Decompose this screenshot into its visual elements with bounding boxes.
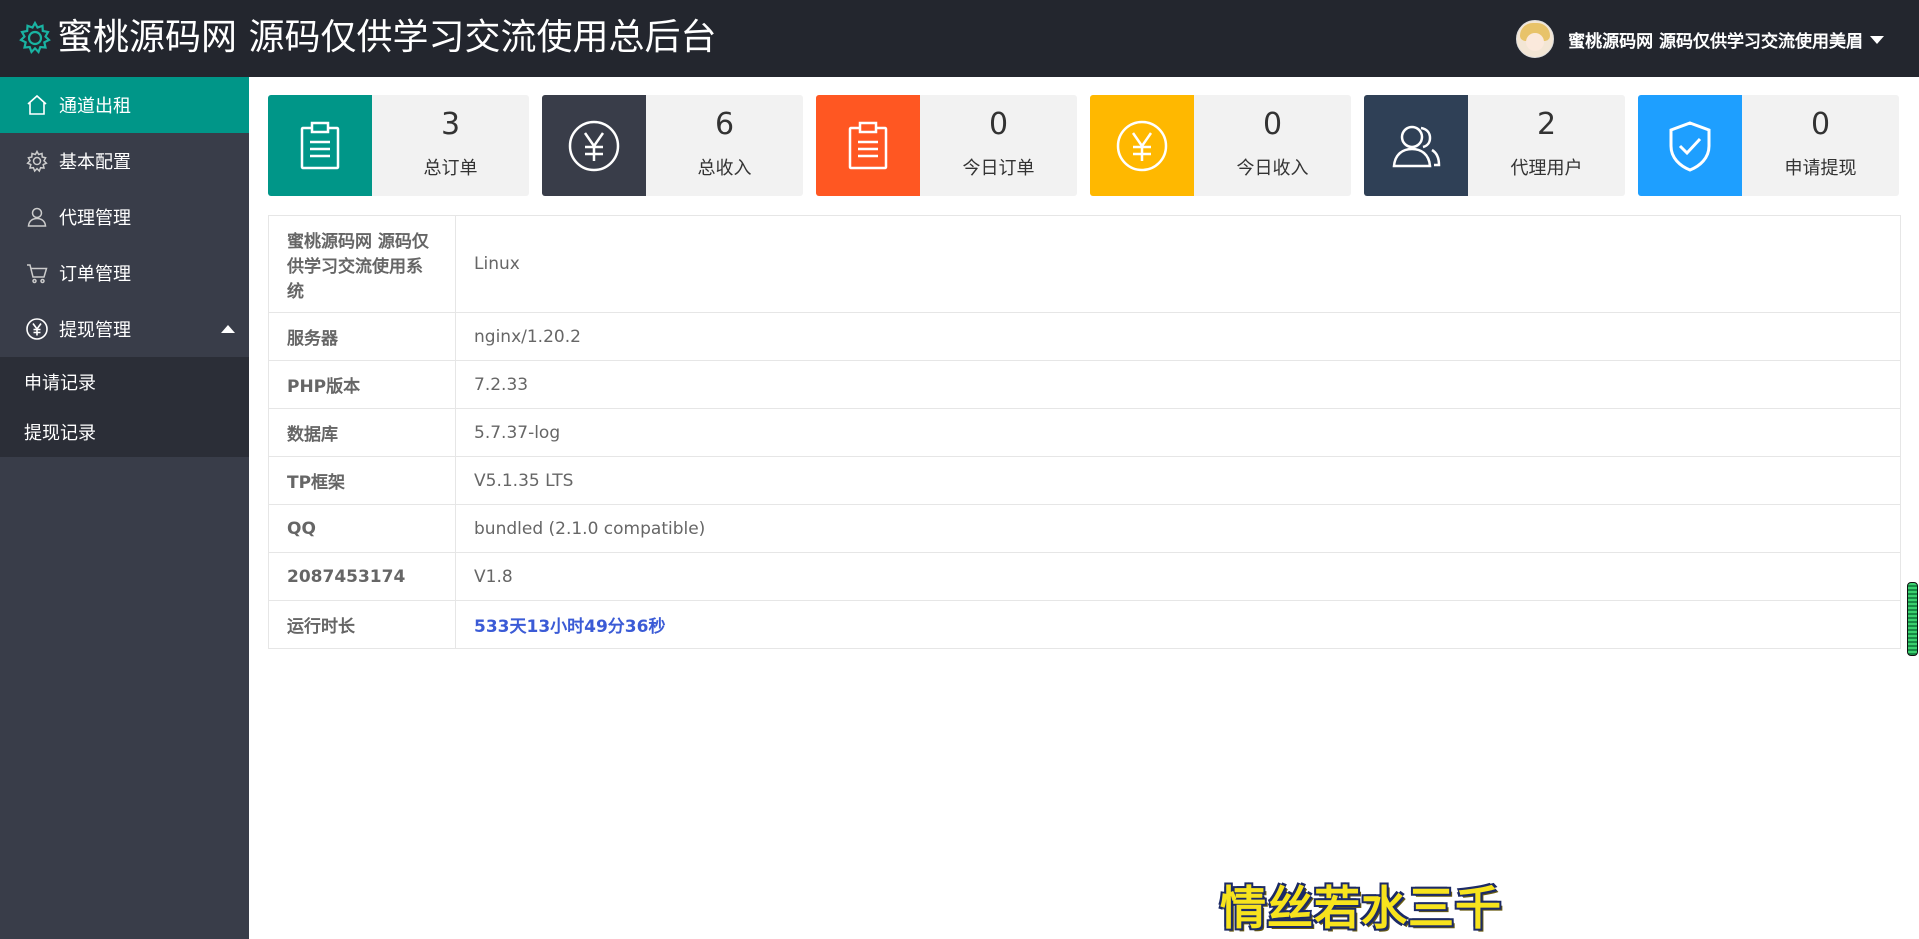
info-value: bundled (2.1.0 compatible) [455,504,1901,553]
sidebar-item-channel-rental[interactable]: 通道出租 [0,77,249,133]
yuan-circle-icon [568,120,620,171]
icon-box [1638,95,1742,196]
table-row: PHP版本 7.2.33 [268,360,1901,409]
users-icon [1392,125,1441,167]
sidebar-item-label: 基本配置 [59,152,131,173]
table-row: 蜜桃源码网 源码仅供学习交流使用系统 Linux [268,215,1901,313]
sidebar-item-label: 代理管理 [59,208,131,229]
gear-icon [19,20,51,55]
table-row: TP框架 V5.1.35 LTS [268,456,1901,505]
shield-check-icon [1669,120,1711,172]
stat-card-agent-users: 2 代理用户 [1364,95,1625,196]
sidebar-item-agent-management[interactable]: 代理管理 [0,189,249,245]
info-key: 蜜桃源码网 源码仅供学习交流使用系统 [268,215,456,313]
table-row: 数据库 5.7.37-log [268,408,1901,457]
yuan-circle-icon [1116,120,1168,171]
runtime-value: 533天13小时49分36秒 [474,617,666,637]
info-key: 数据库 [268,408,456,457]
stat-card-total-orders: 3 总订单 [268,95,529,196]
top-header: 蜜桃源码网 源码仅供学习交流使用总后台 蜜桃源码网 源码仅供学习交流使用美眉 [0,0,1919,77]
user-menu[interactable]: 蜜桃源码网 源码仅供学习交流使用美眉 [1516,20,1884,58]
icon-box [1090,95,1194,196]
clipboard-icon [848,121,888,169]
app-title: 蜜桃源码网 源码仅供学习交流使用总后台 [57,17,717,58]
info-key: PHP版本 [268,360,456,409]
sidebar: 通道出租 基本配置 代理管理 订单管理 提现管理 申请记录 提现记录 [0,77,249,939]
scrollbar[interactable] [1907,582,1918,656]
table-row: 服务器 nginx/1.20.2 [268,312,1901,361]
icon-box [1364,95,1468,196]
user-icon [27,207,47,227]
icon-box [268,95,372,196]
stat-value: 3 [440,107,461,142]
stat-value: 0 [988,107,1009,142]
user-name[interactable]: 蜜桃源码网 源码仅供学习交流使用美眉 [1568,27,1863,52]
stat-card-today-orders: 0 今日订单 [816,95,1077,196]
stat-card-today-income: 0 今日收入 [1090,95,1351,196]
info-value: 533天13小时49分36秒 [455,600,1901,649]
table-row: 2087453174 V1.8 [268,552,1901,601]
stat-label: 今日订单 [962,158,1035,179]
stat-label: 今日收入 [1236,158,1309,179]
info-key: QQ [268,504,456,553]
system-info-table: 蜜桃源码网 源码仅供学习交流使用系统 Linux 服务器 nginx/1.20.… [268,215,1901,649]
sidebar-item-label: 提现管理 [59,320,131,341]
watermark-text: 情丝若水三千 [1220,881,1502,935]
info-value: Linux [455,215,1901,313]
avatar[interactable] [1516,20,1555,58]
stat-value: 6 [714,107,735,142]
sidebar-item-label: 通道出租 [59,96,131,117]
stat-value: 2 [1536,107,1557,142]
sidebar-subitem-withdrawal-records[interactable]: 提现记录 [0,407,249,457]
stat-card-total-income: 6 总收入 [542,95,803,196]
stat-value: 0 [1262,107,1283,142]
table-row: 运行时长 533天13小时49分36秒 [268,600,1901,649]
yuan-icon [26,318,48,340]
table-row: QQ bundled (2.1.0 compatible) [268,504,1901,553]
chevron-up-icon[interactable] [221,325,235,333]
sidebar-item-label: 订单管理 [59,264,131,285]
info-key: 服务器 [268,312,456,361]
info-value: V5.1.35 LTS [455,456,1901,505]
submenu-withdrawal: 申请记录 提现记录 [0,357,249,457]
info-key: 2087453174 [268,552,456,601]
stat-label: 总收入 [697,158,752,179]
stat-value: 0 [1810,107,1831,142]
stat-label: 总订单 [423,158,478,179]
cart-icon [27,264,48,284]
stat-cards: 3 总订单 6 总收入 0 今日订单 0 今日收入 2 代理用户 0 申请提现 [268,95,1901,196]
info-value: nginx/1.20.2 [455,312,1901,361]
gear-icon [26,149,48,173]
stat-label: 代理用户 [1510,158,1583,179]
stat-card-withdrawal-requests: 0 申请提现 [1638,95,1899,196]
icon-box [816,95,920,196]
home-icon [27,94,47,115]
sidebar-item-basic-config[interactable]: 基本配置 [0,133,249,189]
icon-box [542,95,646,196]
sidebar-item-order-management[interactable]: 订单管理 [0,245,249,301]
info-value: 7.2.33 [455,360,1901,409]
sidebar-item-withdrawal-management[interactable]: 提现管理 [0,301,249,357]
stat-label: 申请提现 [1784,158,1857,179]
info-key: 运行时长 [268,600,456,649]
info-key: TP框架 [268,456,456,505]
info-value: 5.7.37-log [455,408,1901,457]
sidebar-subitem-application-records[interactable]: 申请记录 [0,357,249,407]
chevron-down-icon[interactable] [1870,36,1884,44]
clipboard-icon [300,121,340,169]
info-value: V1.8 [455,552,1901,601]
